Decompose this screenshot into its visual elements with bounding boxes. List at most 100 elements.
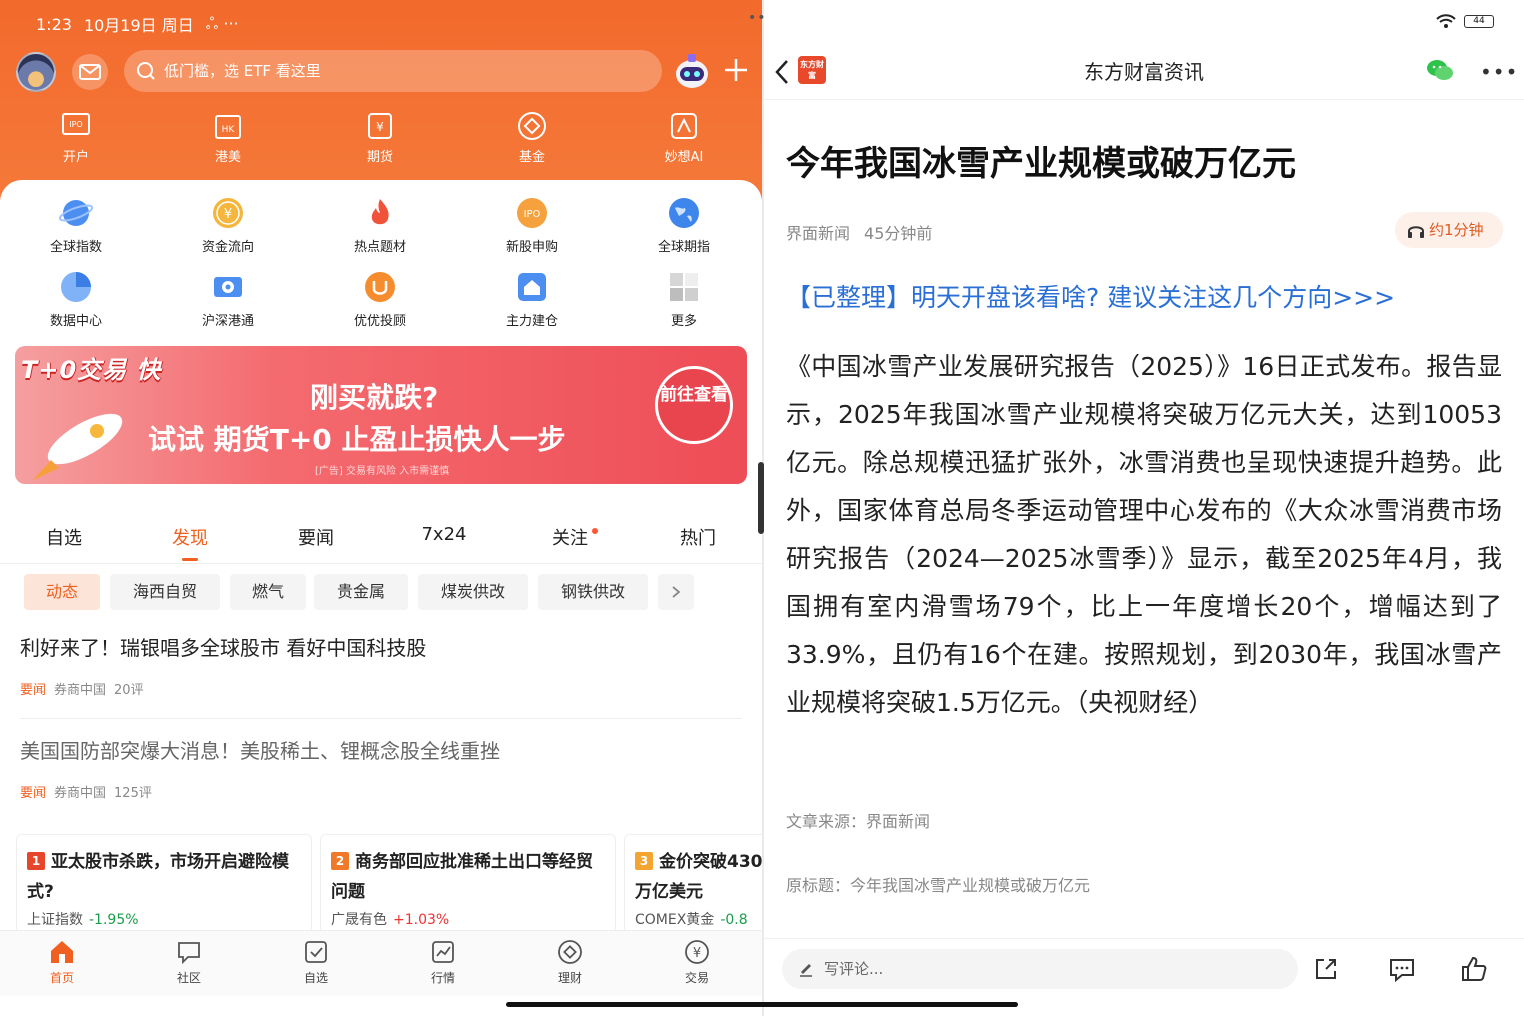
quick-fund-flow[interactable]: ¥ 资金流向 [158,196,298,255]
chips-more-button[interactable] [658,574,694,610]
quick-label: 资金流向 [201,240,254,255]
news-tag: 要闻 [20,683,47,698]
nav-label: 首页 [49,971,74,985]
article-source-line: 文章来源：界面新闻 [786,812,931,831]
status-time: 1:23 [36,14,72,34]
mail-icon [79,64,101,80]
hot-card[interactable]: 3金价突破4300万亿美元 COMEX黄金 -0.8 [624,834,762,934]
news-item[interactable]: 利好来了！瑞银唱多全球股市 看好中国科技股 要闻 券商中国 20评 [20,632,742,698]
tab-watchlist[interactable]: 自选 [24,524,104,550]
hot-stock: 上证指数 [27,912,83,928]
topnav-hk-us[interactable]: HK 港美 [168,110,288,165]
quick-global-futures-index[interactable]: 全球期指 [614,196,754,255]
quick-more[interactable]: 更多 [614,270,754,329]
chip-haixi[interactable]: 海西自贸 [110,574,220,610]
article-header: 东方财富 东方财富资讯 ••• [764,44,1524,100]
hk-icon: HK [215,115,241,139]
hot-stock: 广晟有色 [331,912,387,928]
ipo-icon: IPO [517,198,547,228]
tab-discover[interactable]: 发现 [150,524,230,561]
comment-placeholder: 写评论... [824,960,884,978]
comment-input[interactable]: 写评论... [782,949,1298,989]
news-comments: 125评 [114,786,152,801]
like-icon[interactable] [1460,955,1488,983]
promo-banner[interactable]: T+0交易 快 刚买就跌? 试试 期货T+0 止盈止损快人一步 前往查看 [广告… [15,346,747,484]
nav-home[interactable]: 首页 [12,939,112,986]
tab-hot[interactable]: 热门 [658,524,738,550]
hot-rank-badge: 3 [635,852,653,870]
left-app-panel: 1:23 10月19日 周日 ஃ ··· 低门槛，选 ETF 看这里 IPO 开户… [0,0,762,1016]
house-icon [518,273,546,301]
hot-stock: COMEX黄金 [635,912,715,928]
news-meta: 要闻 券商中国 20评 [20,679,742,698]
hot-card[interactable]: 2 商务部回应批准稀土出口等经贸问题 广晟有色 +1.03% [320,834,616,934]
topnav-ai[interactable]: 妙想AI [624,110,744,165]
topnav-fund[interactable]: 基金 [472,110,592,165]
listen-button[interactable]: 约1分钟 [1395,212,1503,248]
nav-label: 自选 [303,971,328,985]
quick-ipo-subscribe[interactable]: IPO 新股申购 [462,196,602,255]
fund-icon [518,112,546,140]
article-title: 今年我国冰雪产业规模或破万亿元 [786,144,1296,184]
quick-hot-topics[interactable]: 热点题材 [310,196,450,255]
nav-watchlist[interactable]: 自选 [266,939,366,986]
tab-following[interactable]: 关注 [530,524,610,550]
nav-trade[interactable]: ¥ 交易 [647,939,747,986]
quick-advisor[interactable]: 优优投顾 [310,270,450,329]
quick-stock-connect[interactable]: 沪深港通 [158,270,298,329]
topnav-open-account[interactable]: IPO 开户 [16,110,136,165]
news-title: 利好来了！瑞银唱多全球股市 看好中国科技股 [20,636,427,660]
hot-card[interactable]: 1 亚太股市杀跌，市场开启避险模式? 上证指数 -1.95% [16,834,312,934]
topnav-futures[interactable]: ¥ 期货 [320,110,440,165]
quick-main-force[interactable]: 主力建仓 [462,270,602,329]
banner-line2: 试试 期货T+0 止盈止损快人一步 [148,423,566,456]
home-indicator [506,1002,1018,1007]
diamond-icon [558,940,582,964]
robot-assistant-icon[interactable] [670,50,714,94]
search-input[interactable]: 低门槛，选 ETF 看这里 [124,50,662,92]
quick-label: 全球期指 [657,240,710,255]
yuan-coin-icon: ¥ [213,198,243,228]
chip-coal[interactable]: 煤炭供改 [418,574,528,610]
chip-gas[interactable]: 燃气 [230,574,306,610]
divider [20,718,742,719]
planet-icon [59,200,93,226]
nav-market[interactable]: 行情 [393,939,493,986]
tab-7x24[interactable]: 7x24 [404,524,484,545]
wechat-icon[interactable] [1426,58,1454,82]
svg-text:IPO: IPO [524,209,541,220]
promo-link[interactable]: 【已整理】明天开盘该看啥? 建议关注这几个方向>>> [786,278,1395,314]
quick-label: 沪深港通 [201,314,254,329]
topic-chips: 动态 海西自贸 燃气 贵金属 煤炭供改 钢铁供改 [24,574,744,612]
header-title: 东方财富资讯 [1084,60,1204,84]
news-comments: 20评 [114,683,144,698]
svg-text:¥: ¥ [376,120,384,134]
chip-precious-metals[interactable]: 贵金属 [314,574,408,610]
hot-rank-badge: 2 [331,852,349,870]
quick-data-center[interactable]: 数据中心 [6,270,146,329]
battery-indicator: 44 [1464,14,1494,28]
chip-dynamic[interactable]: 动态 [24,574,100,610]
comments-icon[interactable] [1388,955,1416,983]
quick-label: 全球指数 [49,240,102,255]
quick-label: 优优投顾 [353,314,406,329]
chip-steel[interactable]: 钢铁供改 [538,574,648,610]
nav-community[interactable]: 社区 [139,939,239,986]
article-source: 界面新闻 [786,224,851,243]
nav-wealth[interactable]: 理财 [520,939,620,986]
more-menu-icon[interactable]: ••• [1480,60,1518,84]
banner-line1: 刚买就跌? [310,381,439,414]
avatar[interactable] [16,52,56,92]
share-icon[interactable] [1312,955,1340,983]
topnav-label: 开户 [62,150,89,165]
mail-button[interactable] [72,54,108,90]
advisor-icon [365,272,395,302]
right-article-panel: 44 东方财富 东方财富资讯 ••• 今年我国冰雪产业规模或破万亿元 界面新闻 4… [764,0,1524,1016]
add-icon[interactable] [722,56,750,84]
chart-icon [432,941,454,963]
banner-go-button[interactable]: 前往查看 [655,366,733,444]
tab-headlines[interactable]: 要闻 [276,524,356,550]
quick-global-index[interactable]: 全球指数 [6,196,146,255]
news-item[interactable]: 美国国防部突爆大消息！美股稀土、锂概念股全线重挫 要闻 券商中国 125评 [20,735,742,801]
ai-icon [671,113,697,139]
